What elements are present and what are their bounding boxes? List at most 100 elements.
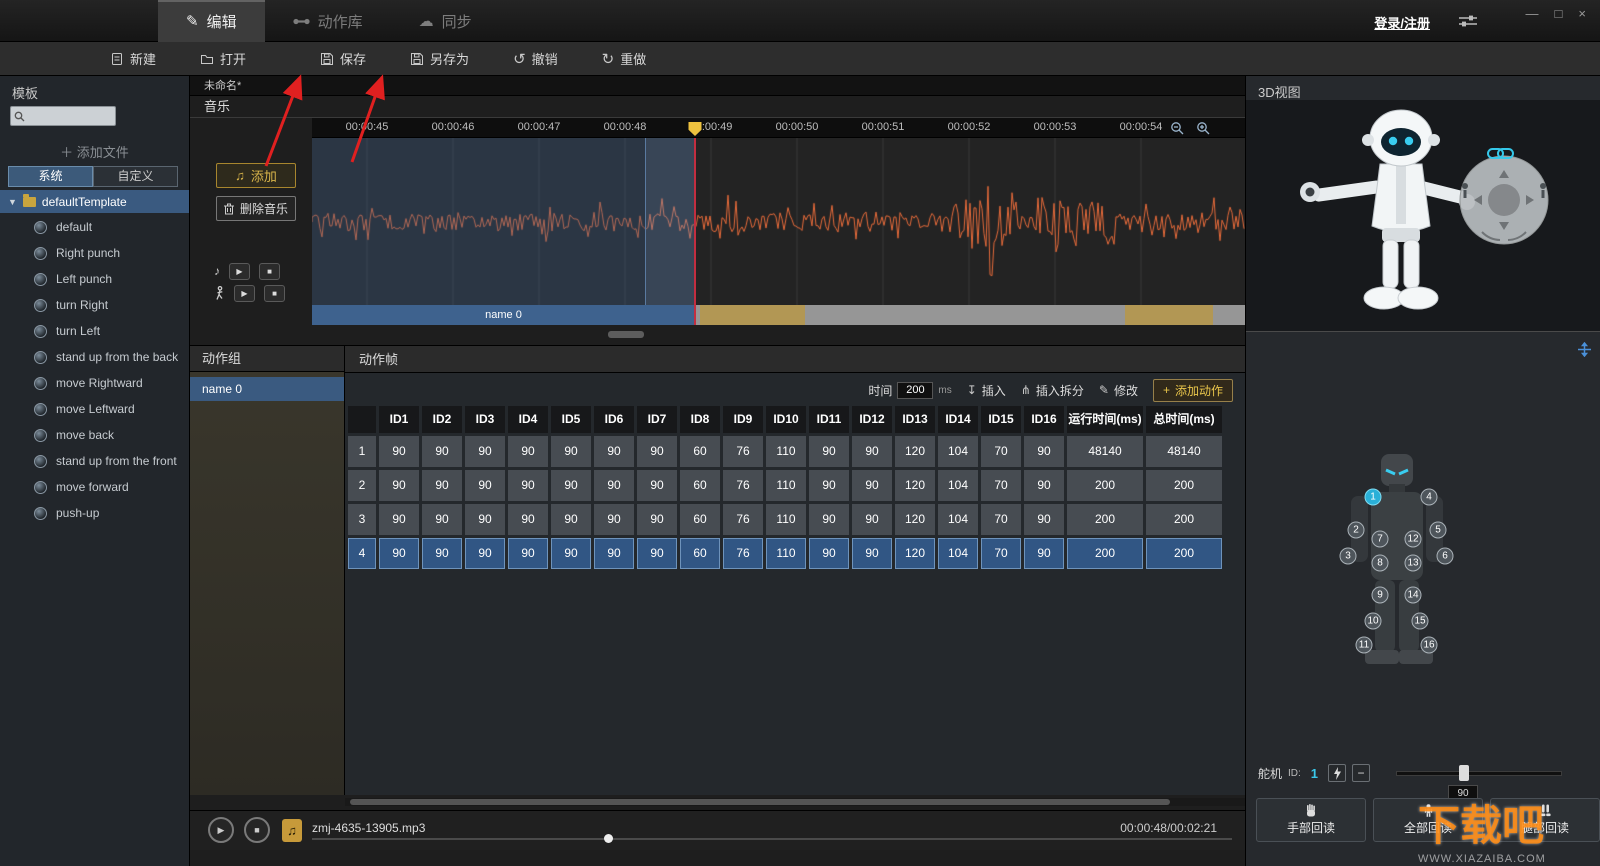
runtime-cell[interactable]: 200 (1067, 470, 1143, 501)
servo-angle-cell[interactable]: 70 (981, 538, 1021, 569)
servo-angle-cell[interactable]: 90 (637, 470, 677, 501)
servo-angle-cell[interactable]: 90 (508, 538, 548, 569)
tab-sync[interactable]: ☁ 同步 (391, 0, 500, 42)
runtime-cell[interactable]: 48140 (1067, 436, 1143, 467)
servo-angle-cell[interactable]: 90 (852, 470, 892, 501)
undo-button[interactable]: ↺ 撤销 (491, 42, 580, 75)
track-clip[interactable]: name 0 (312, 305, 695, 325)
playhead-marker[interactable] (689, 122, 702, 136)
servo-angle-cell[interactable]: 90 (465, 470, 505, 501)
insert-split-button[interactable]: ⋔ 插入拆分 (1021, 382, 1084, 399)
servo-angle-cell[interactable]: 90 (809, 538, 849, 569)
servo-angle-cell[interactable]: 90 (422, 436, 462, 467)
servo-angle-cell[interactable]: 60 (680, 538, 720, 569)
leg-readback-button[interactable]: 腿部回读 (1490, 798, 1600, 842)
add-music-button[interactable]: ♫ 添加 (216, 163, 296, 188)
servo-badge[interactable]: 14 (1405, 587, 1422, 604)
tree-item[interactable]: move forward (0, 474, 188, 500)
servo-angle-cell[interactable]: 90 (422, 538, 462, 569)
servo-angle-cell[interactable]: 90 (422, 504, 462, 535)
tab-system[interactable]: 系统 (8, 166, 93, 187)
servo-angle-cell[interactable]: 104 (938, 436, 978, 467)
servo-angle-cell[interactable]: 90 (508, 470, 548, 501)
tree-item[interactable]: move back (0, 422, 188, 448)
insert-button[interactable]: ↧ 插入 (967, 382, 1006, 399)
tab-custom[interactable]: 自定义 (93, 166, 178, 187)
tree-item[interactable]: Right punch (0, 240, 188, 266)
servo-badge[interactable]: 8 (1372, 555, 1389, 572)
document-tab[interactable]: 未命名* (190, 76, 1245, 96)
servo-angle-cell[interactable]: 90 (508, 504, 548, 535)
search-box[interactable] (10, 106, 116, 126)
servo-angle-cell[interactable]: 120 (895, 436, 935, 467)
tree-item[interactable]: push-up (0, 500, 188, 526)
servo-angle-cell[interactable]: 90 (594, 436, 634, 467)
delete-music-button[interactable]: 删除音乐 (216, 196, 296, 221)
music-track-bar[interactable]: name 0 (312, 305, 1245, 325)
servo-badge[interactable]: 5 (1430, 522, 1447, 539)
timeline-ruler[interactable]: 00:00:4500:00:4600:00:4700:00:4800:00:49… (312, 118, 1245, 138)
servo-angle-cell[interactable]: 90 (637, 436, 677, 467)
servo-angle-cell[interactable]: 76 (723, 538, 763, 569)
servo-angle-cell[interactable]: 76 (723, 504, 763, 535)
music-play-button[interactable]: ▶ (229, 263, 250, 280)
save-button[interactable]: 保存 (298, 42, 388, 75)
table-row[interactable]: 3909090909090906076110909012010470902002… (348, 504, 1222, 535)
servo-badge[interactable]: 2 (1348, 522, 1365, 539)
horizontal-scrollbar[interactable] (345, 798, 1245, 806)
servo-angle-cell[interactable]: 110 (766, 538, 806, 569)
servo-angle-cell[interactable]: 70 (981, 504, 1021, 535)
player-play-button[interactable]: ▶ (208, 817, 234, 843)
open-button[interactable]: 打开 (178, 42, 268, 75)
servo-angle-cell[interactable]: 110 (766, 436, 806, 467)
servo-angle-cell[interactable]: 104 (938, 470, 978, 501)
servo-power-button[interactable] (1328, 764, 1346, 782)
servo-angle-cell[interactable]: 110 (766, 504, 806, 535)
servo-angle-cell[interactable]: 90 (1024, 470, 1064, 501)
servo-slider-thumb[interactable] (1459, 765, 1469, 781)
track-segment[interactable] (700, 305, 805, 325)
servo-angle-slider[interactable] (1396, 771, 1562, 776)
zoom-in-icon[interactable] (1196, 121, 1210, 135)
view3d-area[interactable] (1246, 100, 1600, 332)
action-play-button[interactable]: ▶ (234, 285, 255, 302)
servo-angle-cell[interactable]: 76 (723, 436, 763, 467)
servo-angle-cell[interactable]: 90 (1024, 504, 1064, 535)
servo-angle-cell[interactable]: 90 (379, 504, 419, 535)
servo-angle-cell[interactable]: 90 (637, 538, 677, 569)
servo-angle-cell[interactable]: 120 (895, 470, 935, 501)
servo-angle-cell[interactable]: 76 (723, 470, 763, 501)
minimize-button[interactable]: — (1526, 6, 1539, 21)
save-as-button[interactable]: 另存为 (388, 42, 491, 75)
servo-angle-cell[interactable]: 90 (551, 470, 591, 501)
playhead-line[interactable] (694, 138, 696, 325)
servo-badge[interactable]: 10 (1365, 613, 1382, 630)
servo-angle-cell[interactable]: 90 (852, 538, 892, 569)
servo-angle-cell[interactable]: 90 (379, 538, 419, 569)
music-stop-button[interactable]: ■ (259, 263, 280, 280)
table-row[interactable]: 2909090909090906076110909012010470902002… (348, 470, 1222, 501)
servo-angle-cell[interactable]: 90 (594, 504, 634, 535)
servo-badge[interactable]: 7 (1372, 531, 1389, 548)
table-row[interactable]: 1909090909090906076110909012010470904814… (348, 436, 1222, 467)
totaltime-cell[interactable]: 48140 (1146, 436, 1222, 467)
servo-badge[interactable]: 13 (1405, 555, 1422, 572)
servo-badge[interactable]: 4 (1421, 489, 1438, 506)
player-progress-track[interactable] (312, 838, 1232, 840)
add-action-button[interactable]: + 添加动作 (1153, 379, 1233, 402)
modify-button[interactable]: ✎ 修改 (1099, 382, 1138, 399)
servo-angle-cell[interactable]: 90 (379, 436, 419, 467)
servo-angle-cell[interactable]: 90 (809, 504, 849, 535)
servo-angle-cell[interactable]: 90 (852, 504, 892, 535)
tree-item[interactable]: stand up from the front (0, 448, 188, 474)
tree-item[interactable]: default (0, 214, 188, 240)
zoom-out-icon[interactable] (1170, 121, 1184, 135)
time-input[interactable] (897, 382, 933, 399)
servo-angle-cell[interactable]: 60 (680, 436, 720, 467)
search-input[interactable] (28, 110, 112, 122)
servo-angle-cell[interactable]: 90 (379, 470, 419, 501)
servo-angle-cell[interactable]: 110 (766, 470, 806, 501)
tree-item[interactable]: turn Left (0, 318, 188, 344)
hand-readback-button[interactable]: 手部回读 (1256, 798, 1366, 842)
track-segment[interactable] (1125, 305, 1213, 325)
